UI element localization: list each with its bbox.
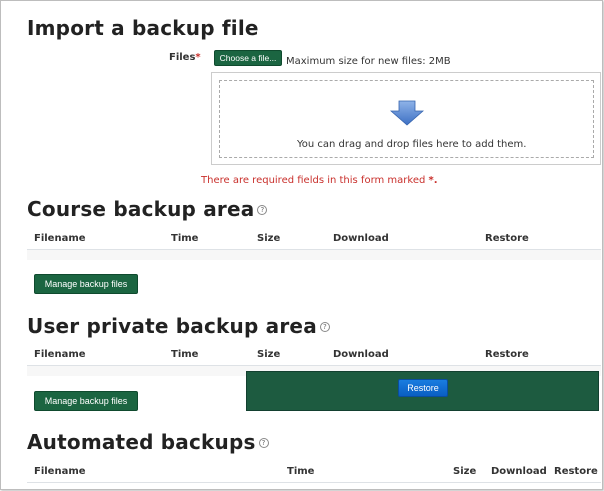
required-star: * — [195, 52, 201, 63]
files-label: Files* — [169, 52, 201, 63]
max-size-note: Maximum size for new files: 2MB — [286, 56, 451, 67]
col-restore[interactable]: Restore — [485, 233, 529, 244]
col-restore[interactable]: Restore — [485, 349, 529, 360]
col-time[interactable]: Time — [171, 233, 198, 244]
col-filename[interactable]: Filename — [34, 466, 86, 477]
user-backup-heading: User private backup area? — [27, 314, 330, 338]
drop-zone[interactable]: You can drag and drop files here to add … — [219, 80, 594, 158]
required-notice-text: There are required fields in this form m… — [201, 175, 426, 186]
course-backup-heading-text: Course backup area — [27, 197, 255, 221]
col-download[interactable]: Download — [333, 349, 389, 360]
manage-backup-files-button[interactable]: Manage backup files — [34, 391, 138, 411]
required-notice-mark: *. — [428, 175, 438, 186]
help-icon[interactable]: ? — [258, 437, 269, 448]
table-divider — [27, 482, 601, 483]
restore-button[interactable]: Restore — [398, 379, 448, 397]
table-empty-row — [27, 250, 601, 260]
help-icon[interactable]: ? — [257, 204, 268, 215]
col-filename[interactable]: Filename — [34, 233, 86, 244]
automated-backups-heading: Automated backups? — [27, 430, 269, 454]
import-heading: Import a backup file — [27, 16, 259, 40]
col-download[interactable]: Download — [333, 233, 389, 244]
help-icon[interactable]: ? — [319, 321, 330, 332]
col-size[interactable]: Size — [453, 466, 476, 477]
manage-backup-files-button[interactable]: Manage backup files — [34, 274, 138, 294]
col-time[interactable]: Time — [287, 466, 314, 477]
user-backup-heading-text: User private backup area — [27, 314, 317, 338]
files-label-text: Files — [169, 52, 196, 63]
required-notice: There are required fields in this form m… — [201, 175, 438, 186]
col-size[interactable]: Size — [257, 349, 280, 360]
col-download[interactable]: Download — [491, 466, 547, 477]
course-backup-heading: Course backup area? — [27, 197, 268, 221]
restore-panel: Restore — [246, 371, 599, 411]
page-frame: Import a backup file Files* Choose a fil… — [0, 0, 603, 490]
col-restore[interactable]: Restore — [554, 466, 598, 477]
col-filename[interactable]: Filename — [34, 349, 86, 360]
arrow-down-icon — [390, 100, 424, 126]
choose-file-button[interactable]: Choose a file... — [214, 50, 282, 66]
col-time[interactable]: Time — [171, 349, 198, 360]
col-size[interactable]: Size — [257, 233, 280, 244]
drop-hint-text: You can drag and drop files here to add … — [297, 139, 527, 150]
automated-backups-heading-text: Automated backups — [27, 430, 256, 454]
